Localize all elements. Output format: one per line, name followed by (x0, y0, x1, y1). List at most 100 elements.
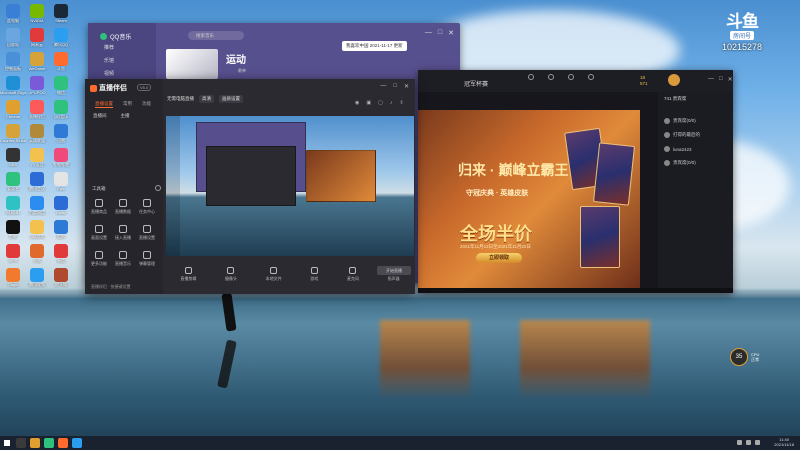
desktop-icon[interactable]: WeGame (26, 52, 48, 72)
desktop-icon[interactable]: 回收站 (2, 28, 24, 48)
desktop-icon[interactable]: UPUPOO (26, 76, 48, 96)
clock[interactable]: 11:40 2021/11/18 (774, 437, 794, 447)
camera-icon[interactable]: ▢ (378, 100, 383, 106)
desktop-icon[interactable]: Epic (50, 172, 72, 192)
close-button[interactable]: ✕ (404, 83, 409, 90)
desktop-icon[interactable]: 腾讯QQ (50, 28, 72, 48)
desktop-icon[interactable]: 直播伴侣 (26, 100, 48, 120)
start-button[interactable] (0, 436, 14, 450)
source-tool[interactable]: 摄像头 (225, 266, 237, 282)
explorer-icon[interactable] (30, 438, 40, 448)
rank-row[interactable]: 贵宾席(0/0) (664, 160, 696, 166)
toolbox-item[interactable]: 弹幕管理 (137, 251, 157, 267)
close-button[interactable]: ✕ (448, 29, 454, 37)
source-tool[interactable]: 麦克风 (347, 266, 359, 282)
toolbox-item[interactable]: 直播设置 (137, 225, 157, 241)
share-icon[interactable]: ⇪ (399, 100, 403, 106)
maximize-button[interactable]: □ (438, 29, 442, 37)
video-icon[interactable] (568, 74, 574, 80)
home-icon[interactable] (528, 74, 534, 80)
maximize-button[interactable]: □ (393, 83, 397, 90)
desktop-icon[interactable]: 迅雷 (50, 124, 72, 144)
header-chip[interactable]: 高清 (199, 95, 214, 103)
browser-taskbar-icon[interactable] (72, 438, 82, 448)
desktop-icon[interactable]: Counter-Strike (0, 124, 26, 144)
header-chip[interactable]: 无需电脑直播 (167, 96, 194, 102)
go-live-button[interactable]: 开始直播 (377, 266, 411, 275)
qqmusic-nav-recommend[interactable]: 推荐 (104, 44, 114, 51)
maximize-button[interactable]: □ (719, 76, 723, 83)
streamer-avatar[interactable] (668, 74, 680, 86)
desktop-icon[interactable]: NVIDIA (26, 4, 48, 24)
minimize-button[interactable]: — (708, 76, 714, 83)
tool-anchor[interactable]: 主播 (121, 113, 130, 123)
streamer-taskbar-icon[interactable] (58, 438, 68, 448)
douyu-game-window[interactable]: 冠军杯赛 18 571 — □ ✕ 归来 · 巅峰立霸王 守冠庆典 · 英雄皮肤… (418, 70, 733, 293)
desktop-icon[interactable]: 酷狗 (50, 220, 72, 240)
game-icon[interactable] (548, 74, 554, 80)
toolbox-item[interactable]: 直播数据 (113, 199, 133, 215)
tab-common[interactable]: 常用 (123, 101, 132, 108)
rank-row[interactable]: 贵宾席(0/0) (664, 118, 696, 124)
rank-row[interactable]: luna2423 (664, 146, 692, 152)
desktop-icon[interactable]: 微信 (50, 76, 72, 96)
desktop-icon[interactable]: 哔哩哔哩 (50, 148, 72, 168)
desktop-icon[interactable]: 控制面板 (2, 52, 24, 72)
desktop-icon[interactable]: 斗鱼 (50, 52, 72, 72)
tab-live-settings[interactable]: 直播设置 (95, 101, 113, 108)
desktop-icon[interactable]: QQ音乐 (50, 100, 72, 120)
tab-features[interactable]: 功能 (142, 101, 151, 108)
record-icon[interactable]: ◉ (355, 100, 359, 106)
close-button[interactable]: ✕ (728, 76, 733, 83)
toolbox-item[interactable]: 接入直播 (113, 225, 133, 241)
rank-row[interactable]: 打得的最后的 (664, 132, 700, 138)
qqmusic-nav-hall[interactable]: 乐馆 (104, 57, 114, 64)
system-monitor-widget[interactable]: 35 CPU 正常 (730, 348, 759, 366)
qqmusic-taskbar-icon[interactable] (44, 438, 54, 448)
qqmusic-search-input[interactable]: 搜索音乐 (188, 31, 244, 40)
toolbox-item[interactable]: 任务中心 (137, 199, 157, 215)
toolbox-item[interactable]: 更多功能 (89, 251, 109, 267)
volume-icon[interactable] (746, 440, 751, 445)
desktop-icon[interactable]: 地下城 (50, 268, 72, 288)
toolbox-item[interactable]: 直播商品 (89, 199, 109, 215)
source-tool[interactable]: 本地文件 (266, 266, 282, 282)
qqmusic-nav-video[interactable]: 视频 (104, 70, 114, 77)
search-icon[interactable] (16, 438, 26, 448)
desktop-icon[interactable]: 百度网盘 (26, 196, 48, 216)
desktop-icon[interactable]: 网易UU (2, 196, 24, 216)
source-tool[interactable]: 游戏 (310, 266, 318, 282)
network-icon[interactable] (737, 440, 742, 445)
shop-icon[interactable] (588, 74, 594, 80)
desktop-icon[interactable]: OBS (2, 148, 24, 168)
source-tool[interactable]: 直播剪辑 (180, 266, 196, 282)
desktop-icon[interactable]: 此电脑 (2, 4, 24, 24)
desktop-icon[interactable]: YY语音 (26, 148, 48, 168)
streamer-tool-window[interactable]: 直播伴侣 V5.0 直播设置 常用 功能 直播间 主播 工具箱 直播商品 直播数据… (85, 79, 415, 294)
desktop-icon[interactable]: Microsoft Edge (0, 76, 26, 96)
desktop-icon[interactable]: 爱奇艺 (2, 172, 24, 192)
input-method-icon[interactable] (755, 440, 760, 445)
claim-button[interactable]: 立即领取 (476, 253, 522, 263)
bell-icon[interactable]: ♪ (390, 100, 393, 106)
promo-banner[interactable]: 归来 · 巅峰立霸王 守冠庆典 · 英雄皮肤 全场半价 2021年11月12日至… (418, 110, 640, 288)
toolbox-item[interactable]: 画面设置 (89, 225, 109, 241)
desktop-icon[interactable]: 腾讯会议 (26, 172, 48, 192)
lock-icon[interactable]: ▣ (366, 100, 371, 106)
desktop-icon[interactable]: 有道 (50, 244, 72, 264)
stream-preview[interactable] (166, 116, 414, 256)
desktop-icon[interactable]: WPS (2, 244, 24, 264)
tool-room[interactable]: 直播间 (93, 113, 107, 123)
desktop-icon[interactable]: Chrome (2, 100, 24, 120)
desktop-icon[interactable]: Steam (50, 4, 72, 24)
desktop-icon[interactable]: 英雄联盟 (26, 124, 48, 144)
desktop-icon[interactable]: QQ游戏 (26, 220, 48, 240)
desktop-icon[interactable]: 剪映 (2, 220, 24, 240)
toolbox-settings-icon[interactable] (155, 185, 161, 191)
desktop-icon[interactable]: 火绒 (26, 244, 48, 264)
desktop-icon[interactable]: 网易云 (26, 28, 48, 48)
header-chip[interactable]: 画质设置 (219, 95, 243, 103)
desktop-icon[interactable]: 腾讯视频 (26, 268, 48, 288)
toolbox-item[interactable]: 直播音乐 (113, 251, 133, 267)
desktop-icon[interactable]: Uplay (50, 196, 72, 216)
